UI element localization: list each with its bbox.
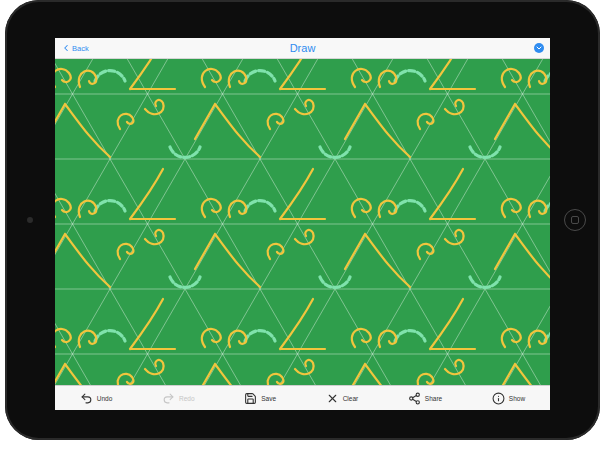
chevron-left-icon xyxy=(61,43,71,53)
undo-icon xyxy=(80,392,93,405)
menu-button[interactable] xyxy=(534,43,544,53)
pattern-drawing xyxy=(55,59,550,385)
screen: BackDraw Undo Redo Save Clear Share Show xyxy=(55,38,550,410)
close-icon xyxy=(326,392,339,405)
right-bezel xyxy=(550,0,600,440)
toolbar: Undo Redo Save Clear Share Show xyxy=(55,385,550,410)
chevron-down-icon xyxy=(535,44,543,52)
page: BackDraw Undo Redo Save Clear Share Show xyxy=(0,0,605,452)
save-icon xyxy=(244,392,257,405)
toolbar-button[interactable]: Clear xyxy=(326,392,359,405)
tablet-device: BackDraw Undo Redo Save Clear Share Show xyxy=(5,0,600,440)
info-icon xyxy=(492,392,505,405)
toolbar-button: Redo xyxy=(162,392,195,405)
toolbar-button[interactable]: Undo xyxy=(80,392,113,405)
left-bezel xyxy=(5,0,55,440)
share-icon xyxy=(408,392,421,405)
drawing-canvas[interactable] xyxy=(55,59,550,385)
toolbar-button[interactable]: Save xyxy=(244,392,276,405)
toolbar-button[interactable]: Show xyxy=(492,392,525,405)
home-button[interactable] xyxy=(564,209,586,231)
camera xyxy=(27,217,33,223)
toolbar-button[interactable]: Share xyxy=(408,392,442,405)
home-square-icon xyxy=(571,216,579,224)
nav-bar: BackDraw xyxy=(55,38,550,59)
nav-title: Draw xyxy=(290,42,316,54)
back-button[interactable]: Back xyxy=(61,43,290,53)
redo-icon xyxy=(162,392,175,405)
